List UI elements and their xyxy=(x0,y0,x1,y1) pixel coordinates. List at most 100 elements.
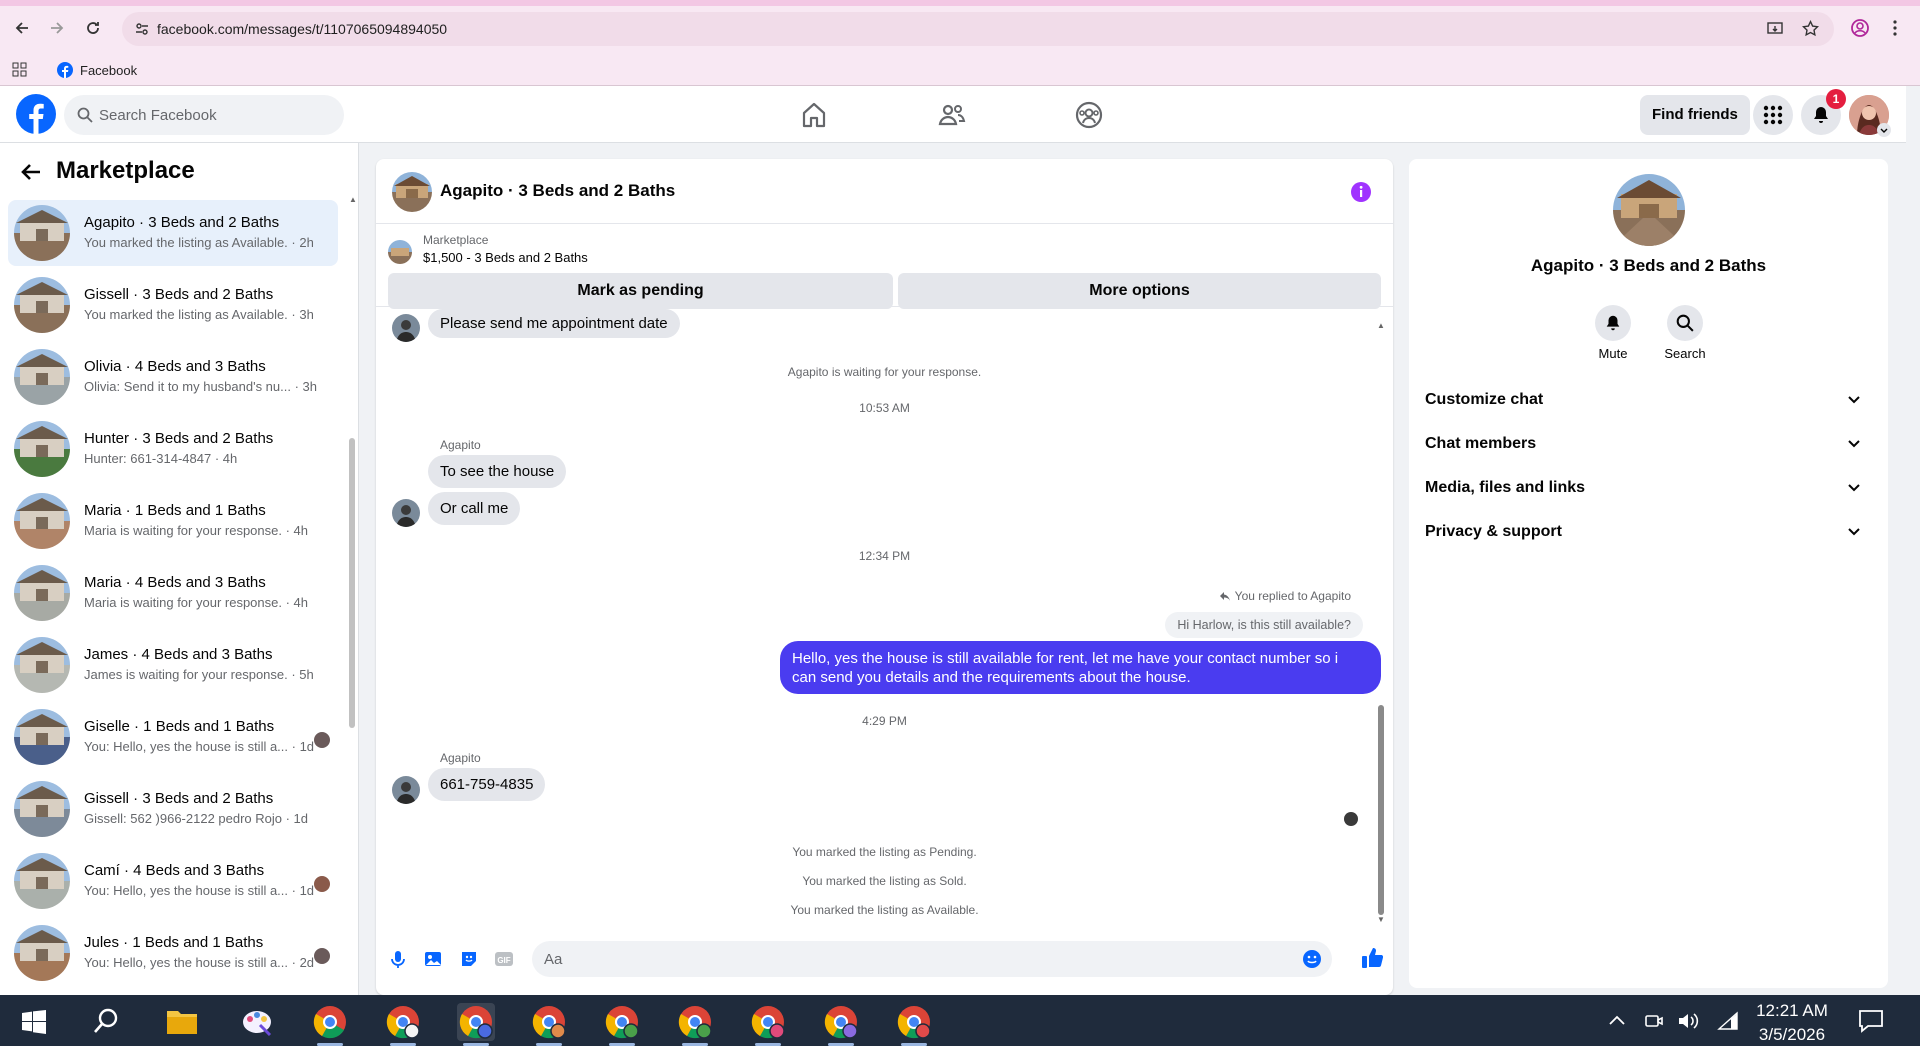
info-section[interactable]: Privacy & support xyxy=(1425,514,1871,550)
listing-thumbnail xyxy=(14,349,70,405)
message-bubble[interactable]: Or call me xyxy=(428,492,521,525)
forward-icon[interactable] xyxy=(45,16,69,40)
timestamp: 4:29 PM xyxy=(862,714,907,728)
listing-thumbnail xyxy=(14,925,70,981)
home-icon[interactable] xyxy=(800,101,828,129)
friends-icon[interactable] xyxy=(938,101,966,129)
sticker-icon[interactable] xyxy=(459,949,479,969)
chat-avatar[interactable] xyxy=(392,172,432,212)
profile-icon[interactable] xyxy=(1851,19,1869,37)
message-placeholder: Aa xyxy=(544,951,563,968)
seen-avatar xyxy=(314,876,330,892)
sender-avatar[interactable] xyxy=(392,314,420,342)
tray-chevron-icon[interactable] xyxy=(1608,1013,1626,1027)
sidebar-scrollbar[interactable]: ▲ xyxy=(348,195,357,995)
conversation-name: Hunter · 3 Beds and 2 Baths xyxy=(84,430,274,447)
menu-grid-button[interactable] xyxy=(1753,95,1793,135)
chrome-profile-icon[interactable] xyxy=(822,1003,860,1041)
chrome-profile-icon[interactable] xyxy=(457,1003,495,1041)
message-bubble[interactable]: 661-759-4835 xyxy=(428,768,546,801)
apps-grid-icon[interactable] xyxy=(12,62,27,77)
chrome-icon[interactable] xyxy=(311,1003,349,1041)
chrome-profile-icon[interactable] xyxy=(676,1003,714,1041)
groups-icon[interactable] xyxy=(1075,101,1103,129)
clock-time[interactable]: 12:21 AM xyxy=(1750,1001,1834,1021)
chrome-profile-icon[interactable] xyxy=(603,1003,641,1041)
back-arrow-icon[interactable] xyxy=(20,161,42,183)
facebook-bookmark[interactable]: Facebook xyxy=(80,63,137,78)
listing-thumbnail xyxy=(14,709,70,765)
info-icon[interactable] xyxy=(1350,181,1372,203)
clock-date[interactable]: 3/5/2026 xyxy=(1750,1025,1834,1045)
message-bubble[interactable]: To see the house xyxy=(428,455,567,488)
meet-now-icon[interactable] xyxy=(1644,1011,1664,1031)
gif-icon[interactable]: GIF xyxy=(494,949,514,969)
chrome-profile-icon[interactable] xyxy=(895,1003,933,1041)
conversation-name: Jules · 1 Beds and 1 Baths xyxy=(84,934,264,951)
back-icon[interactable] xyxy=(10,16,34,40)
conversation-item[interactable]: Agapito · 3 Beds and 2 Baths You marked t… xyxy=(8,200,338,266)
conversation-item[interactable]: Gissell · 3 Beds and 2 Baths Gissell: 562… xyxy=(8,776,338,842)
chat-title[interactable]: Agapito · 3 Beds and 2 Baths xyxy=(440,181,675,201)
emoji-icon[interactable] xyxy=(1302,949,1322,969)
message-input[interactable]: Aa xyxy=(532,941,1332,977)
sender-avatar[interactable] xyxy=(392,499,420,527)
seen-avatar xyxy=(314,948,330,964)
listing-thumbnail xyxy=(14,853,70,909)
conversation-item[interactable]: Jules · 1 Beds and 1 Baths You: Hello, ye… xyxy=(8,920,338,986)
listing-thumbnail xyxy=(14,205,70,261)
notifications-center-icon[interactable] xyxy=(1858,1009,1884,1033)
facebook-bookmark-icon[interactable] xyxy=(57,62,73,78)
photo-icon[interactable] xyxy=(423,949,443,969)
my-message-bubble[interactable]: Hello, yes the house is still available … xyxy=(780,641,1381,694)
conversation-item[interactable]: Gissell · 3 Beds and 2 Baths You marked t… xyxy=(8,272,338,338)
search-in-chat-button[interactable] xyxy=(1667,305,1703,341)
conversation-item[interactable]: Maria · 1 Beds and 1 Baths Maria is waiti… xyxy=(8,488,338,554)
chevron-down-icon xyxy=(1847,514,1861,550)
chrome-profile-icon[interactable] xyxy=(530,1003,568,1041)
conversation-item[interactable]: James · 4 Beds and 3 Baths James is waiti… xyxy=(8,632,338,698)
volume-icon[interactable] xyxy=(1677,1010,1699,1032)
wifi-icon[interactable] xyxy=(1717,1010,1739,1032)
mute-button[interactable] xyxy=(1595,305,1631,341)
conversation-item[interactable]: Olivia · 4 Beds and 3 Baths Olivia: Send … xyxy=(8,344,338,410)
find-friends-button[interactable]: Find friends xyxy=(1640,95,1750,135)
profile-photo[interactable] xyxy=(1613,174,1685,246)
listing-title[interactable]: $1,500 - 3 Beds and 2 Baths xyxy=(423,250,588,265)
quoted-message[interactable]: Hi Harlow, is this still available? xyxy=(1165,612,1363,638)
install-app-icon[interactable] xyxy=(1767,21,1783,37)
more-options-button[interactable]: More options xyxy=(898,273,1381,309)
info-section[interactable]: Customize chat xyxy=(1425,382,1871,418)
conversation-item[interactable]: Hunter · 3 Beds and 2 Baths Hunter: 661-3… xyxy=(8,416,338,482)
facebook-logo-icon[interactable] xyxy=(16,94,56,134)
conversation-item[interactable]: Maria · 4 Beds and 3 Baths Maria is waiti… xyxy=(8,560,338,626)
chrome-profile-icon[interactable] xyxy=(749,1003,787,1041)
sender-avatar[interactable] xyxy=(392,776,420,804)
message-bubble[interactable]: Please send me appointment date xyxy=(428,309,680,338)
listing-thumbnail xyxy=(14,421,70,477)
microphone-icon[interactable] xyxy=(388,949,408,969)
paint-icon[interactable] xyxy=(240,1005,274,1037)
chrome-profile-icon[interactable] xyxy=(384,1003,422,1041)
listing-thumbnail xyxy=(14,781,70,837)
conversation-preview: Gissell: 562 )966-2122 pedro Rojo · 1d xyxy=(84,811,309,826)
account-chevron-icon[interactable] xyxy=(1877,123,1891,137)
system-notice: You marked the listing as Pending. xyxy=(792,845,977,859)
star-icon[interactable] xyxy=(1802,20,1819,37)
address-bar[interactable]: facebook.com/messages/t/1107065094894050 xyxy=(122,12,1834,46)
taskbar-search-icon[interactable] xyxy=(92,1007,120,1035)
file-explorer-icon[interactable] xyxy=(166,1007,198,1035)
info-section[interactable]: Chat members xyxy=(1425,426,1871,462)
search-input[interactable]: Search Facebook xyxy=(64,95,344,135)
conversation-item[interactable]: Camí · 4 Beds and 3 Baths You: Hello, yes… xyxy=(8,848,338,914)
conversation-item[interactable]: Giselle · 1 Beds and 1 Baths You: Hello, … xyxy=(8,704,338,770)
browser-menu-icon[interactable] xyxy=(1892,19,1898,37)
thumbs-up-icon[interactable] xyxy=(1360,946,1384,970)
windows-start-icon[interactable] xyxy=(22,1010,46,1034)
site-settings-icon[interactable] xyxy=(134,21,150,37)
mark-pending-button[interactable]: Mark as pending xyxy=(388,273,893,309)
info-section[interactable]: Media, files and links xyxy=(1425,470,1871,506)
composer-bar: GIF Aa xyxy=(376,935,1393,995)
chat-scrollbar[interactable]: ▲ ▼ xyxy=(1376,321,1386,925)
reload-icon[interactable] xyxy=(81,16,105,40)
